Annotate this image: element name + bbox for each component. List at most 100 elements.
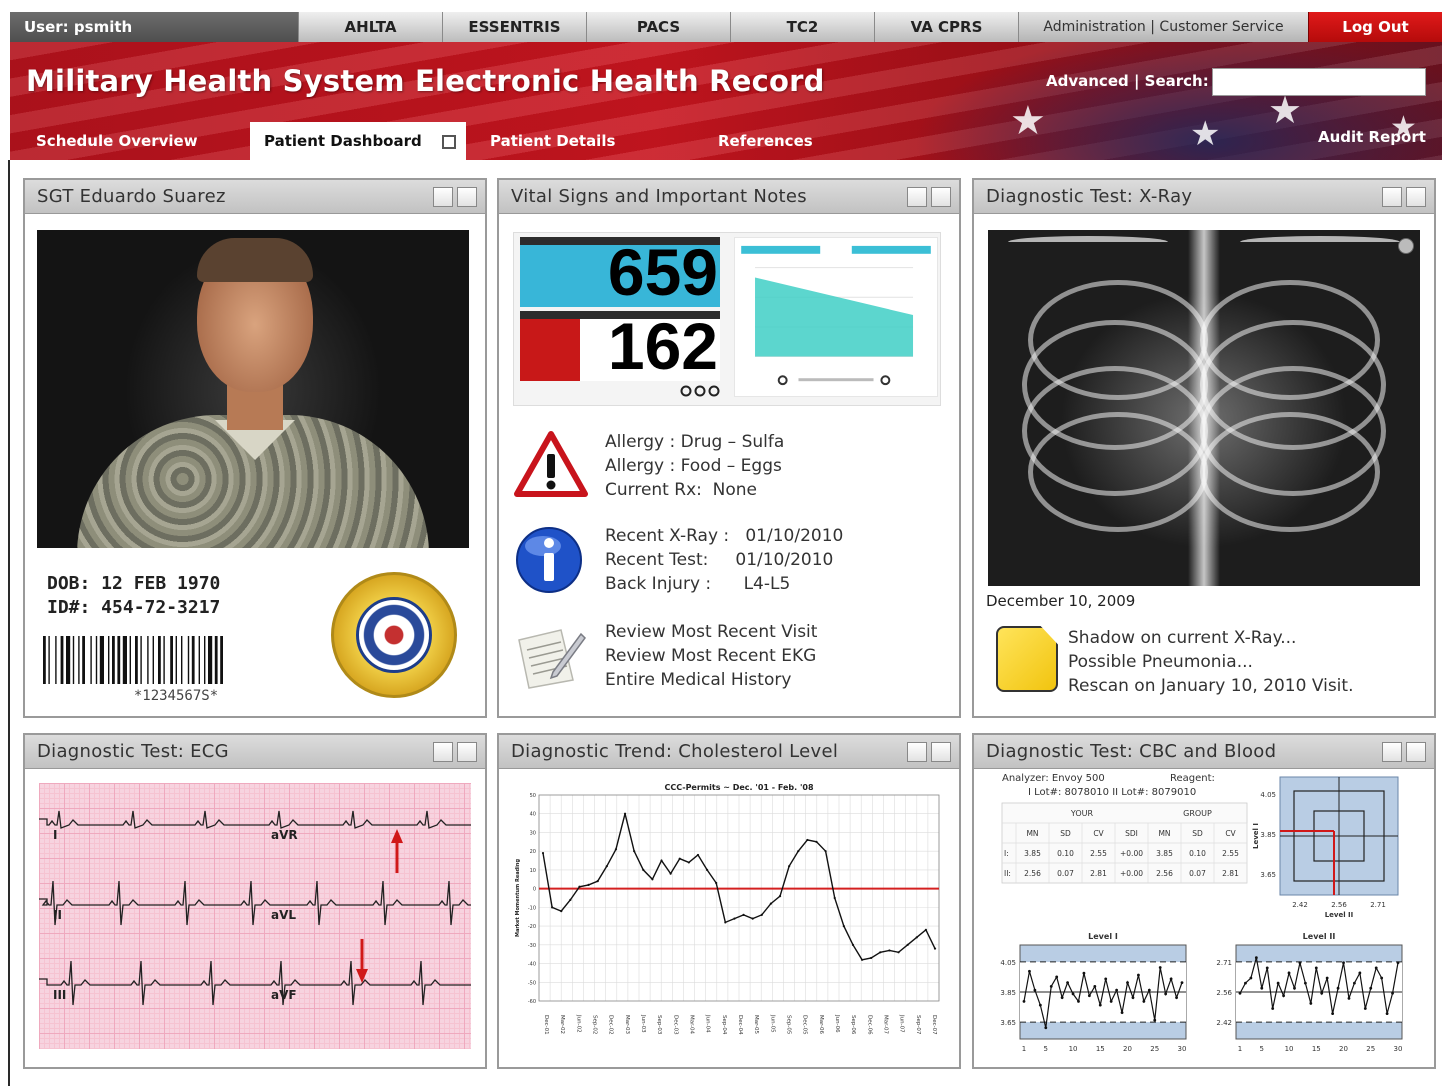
search-label[interactable]: Advanced | Search: <box>1046 72 1209 90</box>
table-cell: 0.07 <box>1057 869 1074 878</box>
tab-references[interactable]: References <box>718 122 813 160</box>
cbc-report[interactable]: Analyzer: Envoy 500 Reagent: I Lot#: 80780… <box>988 773 1424 1059</box>
x-tick-label: 20 <box>1123 1045 1132 1053</box>
maximize-icon[interactable] <box>457 187 477 207</box>
rib-shape <box>1200 412 1380 532</box>
ecg-lead-trace <box>39 880 471 926</box>
tab-patient-details[interactable]: Patient Details <box>490 122 615 160</box>
data-point <box>851 943 855 946</box>
barcode-bar <box>170 636 173 684</box>
y-tick-label: 4.05 <box>1260 791 1276 799</box>
y-tick-label: 3.85 <box>1260 831 1276 839</box>
data-point <box>1347 996 1351 1000</box>
system-link-ahlta[interactable]: AHLTA <box>298 12 442 42</box>
system-link-tc2[interactable]: TC2 <box>730 12 874 42</box>
data-point <box>1342 961 1345 965</box>
maximize-icon[interactable] <box>1406 742 1426 762</box>
maximize-icon[interactable] <box>931 742 951 762</box>
data-point <box>1093 984 1097 988</box>
barcode-bar <box>48 636 50 684</box>
x-tick-label: Jun-06 <box>834 1014 840 1033</box>
x-tick-label: Dec-04 <box>737 1015 743 1035</box>
logout-button[interactable]: Log Out <box>1308 12 1442 42</box>
x-tick-label: 10 <box>1285 1045 1294 1053</box>
barcode-bar <box>204 636 206 684</box>
minimize-icon[interactable] <box>433 187 453 207</box>
cbc-charts: Analyzer: Envoy 500 Reagent: I Lot#: 80780… <box>1000 773 1403 1053</box>
data-point <box>1147 988 1151 992</box>
barcode-number: *1234567S* <box>133 688 219 704</box>
data-point <box>560 910 563 913</box>
xray-notes: Shadow on current X-Ray... Possible Pneu… <box>1068 626 1353 698</box>
tab-patient-dashboard[interactable]: Patient Dashboard <box>250 122 466 160</box>
y-tick-label: 40 <box>530 812 536 818</box>
minimize-icon[interactable] <box>1382 187 1402 207</box>
review-ekg-link[interactable]: Review Most Recent EKG <box>605 644 817 668</box>
y-tick-label: -60 <box>528 999 536 1005</box>
recent-xray-line: Recent X-Ray : 01/10/2010 <box>605 526 844 546</box>
review-visit-link[interactable]: Review Most Recent Visit <box>605 620 817 644</box>
maximize-icon[interactable] <box>1406 187 1426 207</box>
barcode-bar <box>187 636 190 684</box>
system-link-pacs[interactable]: PACS <box>586 12 730 42</box>
minimize-icon[interactable] <box>907 187 927 207</box>
data-point <box>623 812 627 815</box>
cholesterol-chart[interactable]: CCC-Permits ~ Dec. '01 - Feb. '08 50 40 30 2… <box>513 783 945 1051</box>
search-input[interactable] <box>1212 68 1426 96</box>
maximize-icon[interactable] <box>457 742 477 762</box>
data-point <box>1249 976 1253 980</box>
system-link-essentris[interactable]: ESSENTRIS <box>442 12 586 42</box>
data-point <box>906 943 909 946</box>
row-label: II: <box>1004 869 1011 878</box>
panel-controls <box>433 742 477 762</box>
panel-controls <box>1382 742 1426 762</box>
clavicle-left <box>1008 236 1168 248</box>
column-header: MN <box>1158 829 1170 838</box>
xray-note-line: Possible Pneumonia... <box>1068 652 1253 672</box>
vitals-dashboard: 659 162 <box>513 232 941 406</box>
recent-info-note[interactable]: Recent X-Ray : 01/10/2010 Recent Test: 01… <box>513 524 843 600</box>
minimize-icon[interactable] <box>907 742 927 762</box>
playback-controls[interactable] <box>680 385 720 397</box>
minimize-icon[interactable] <box>433 742 453 762</box>
data-point <box>605 865 608 868</box>
ecg-strip[interactable]: IaVR II aVL III aVF <box>39 783 471 1049</box>
data-point <box>888 949 891 952</box>
barcode-bar <box>163 636 165 684</box>
table-cell: +0.00 <box>1120 869 1143 878</box>
data-point <box>1369 986 1373 990</box>
y-tick-label: 2.71 <box>1216 959 1232 967</box>
audit-report-link[interactable]: Audit Report <box>1318 128 1426 146</box>
page-edge-divider <box>8 160 10 1086</box>
barcode-bar <box>220 636 223 684</box>
x-tick-label: 10 <box>1069 1045 1078 1053</box>
data-point <box>860 958 864 961</box>
allergy-line: Allergy : Drug – Sulfa <box>605 432 785 452</box>
barcode-bar <box>158 636 161 684</box>
allergy-note[interactable]: Allergy : Drug – Sulfa Allergy : Food – E… <box>513 430 784 506</box>
admin-customer-service-link[interactable]: Administration | Customer Service <box>1018 12 1308 42</box>
chart-title: CCC-Permits ~ Dec. '01 - Feb. '08 <box>664 783 814 792</box>
barcode-bar <box>129 636 131 684</box>
panel-header: Diagnostic Test: ECG <box>25 735 485 769</box>
y-tick-label: 4.05 <box>1000 959 1016 967</box>
data-point <box>1175 996 1178 1000</box>
barcode-bar <box>122 636 127 684</box>
tab-schedule-overview[interactable]: Schedule Overview <box>36 122 198 160</box>
medical-history-link[interactable]: Entire Medical History <box>605 668 817 692</box>
ecg-lead-label: III <box>53 988 66 1002</box>
x-tick-label: Sep-02 <box>592 1015 598 1034</box>
data-point <box>924 928 927 931</box>
maximize-icon[interactable] <box>931 187 951 207</box>
data-point <box>1038 1003 1042 1007</box>
image-options-icon[interactable] <box>1398 238 1414 254</box>
data-point <box>1120 1011 1124 1015</box>
minimize-icon[interactable] <box>1382 742 1402 762</box>
system-link-va-cprs[interactable]: VA CPRS <box>874 12 1018 42</box>
vital-readout-2: 162 <box>520 311 720 381</box>
x-tick-label: Sep-03 <box>656 1015 662 1035</box>
barcode-bar <box>78 636 80 684</box>
tab-checkbox-icon[interactable] <box>441 134 456 149</box>
chest-xray-image[interactable] <box>988 230 1420 586</box>
data-point <box>569 898 572 901</box>
